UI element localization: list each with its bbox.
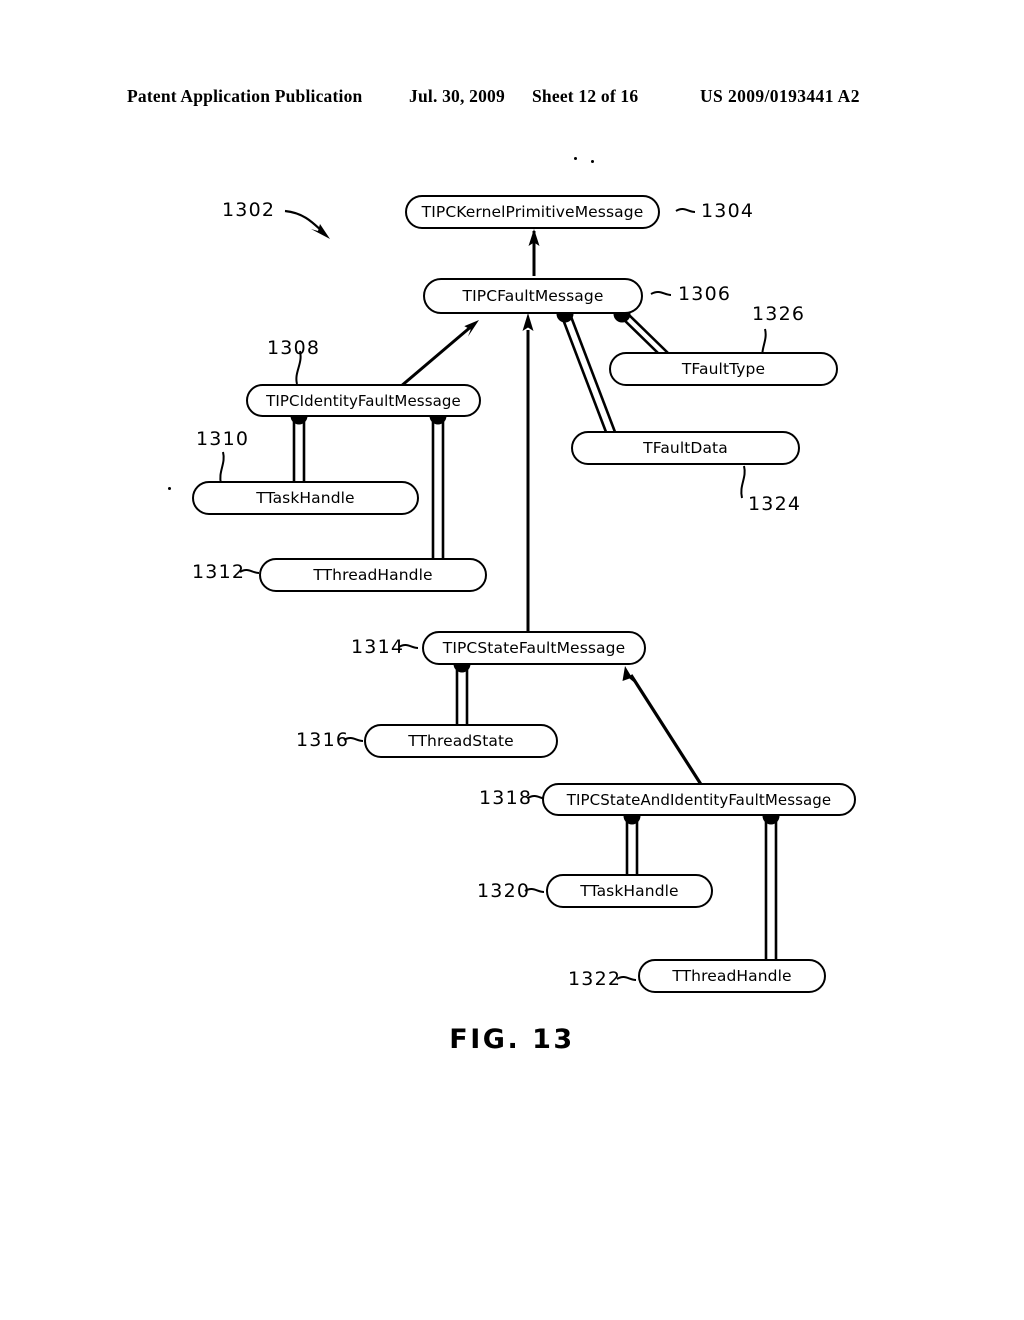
edge-identityfault-to-faultmessage — [399, 320, 479, 389]
node-ttaskhandle-1320[interactable]: TTaskHandle — [546, 874, 713, 908]
node-tthreadstate-1316[interactable]: TThreadState — [364, 724, 558, 758]
node-tfaulttype-1326[interactable]: TFaultType — [609, 352, 838, 386]
node-label: TTaskHandle — [256, 489, 355, 507]
node-label: TIPCKernelPrimitiveMessage — [421, 203, 644, 221]
refnum-1306: 1306 — [678, 283, 732, 305]
refnum-1314: 1314 — [351, 636, 405, 658]
node-label: TIPCStateFaultMessage — [442, 639, 626, 657]
refnum-1318: 1318 — [479, 787, 533, 809]
node-label: TIPCIdentityFaultMessage — [266, 391, 461, 410]
refnum-1312: 1312 — [192, 561, 246, 583]
refnum-1320: 1320 — [477, 880, 531, 902]
refnum-1316: 1316 — [296, 729, 350, 751]
node-tfaultdata-1324[interactable]: TFaultData — [571, 431, 800, 465]
edge-stateandidentity-to-threadhandle — [762, 807, 780, 963]
node-tthreadhandle-1312[interactable]: TThreadHandle — [259, 558, 487, 592]
leader-1304 — [675, 208, 696, 213]
node-label: TTaskHandle — [580, 882, 679, 900]
edge-stateandidentity-to-statefault — [622, 666, 704, 787]
node-tthreadhandle-1322[interactable]: TThreadHandle — [638, 959, 826, 993]
edge-identityfault-to-taskhandle — [290, 407, 308, 485]
node-tipckernelprimitivemessage[interactable]: TIPCKernelPrimitiveMessage — [405, 195, 660, 229]
refnum-1302: 1302 — [222, 199, 276, 221]
node-label: TIPCFaultMessage — [462, 287, 604, 305]
leader-1310 — [219, 451, 225, 485]
leader-1324 — [740, 465, 746, 499]
node-label: TThreadHandle — [313, 566, 433, 584]
node-ttaskhandle-1310[interactable]: TTaskHandle — [192, 481, 419, 515]
edge-statefault-to-faultmessage — [522, 313, 534, 637]
scan-speck — [168, 487, 171, 490]
edge-faultmessage-to-faultdata — [556, 305, 617, 433]
node-tipcidentityfaultmessage[interactable]: TIPCIdentityFaultMessage — [246, 384, 481, 417]
edge-identityfault-to-threadhandle — [429, 407, 447, 562]
refnum-1326: 1326 — [752, 303, 806, 325]
node-tipcstateandidentityfaultmessage[interactable]: TIPCStateAndIdentityFaultMessage — [542, 783, 856, 816]
scan-speck — [574, 157, 577, 160]
edge-stateandidentity-to-taskhandle — [623, 807, 641, 878]
figure-caption: FIG. 13 — [449, 1024, 575, 1055]
leader-1302 — [284, 209, 330, 239]
figure-13-diagram: TIPCKernelPrimitiveMessage TIPCFaultMess… — [0, 0, 1024, 1320]
edge-statefault-to-threadstate — [453, 655, 471, 728]
node-tipcstatefaultmessage[interactable]: TIPCStateFaultMessage — [422, 631, 646, 665]
node-label: TFaultType — [681, 360, 766, 378]
node-label: TIPCStateAndIdentityFaultMessage — [566, 790, 832, 809]
leader-1306 — [650, 291, 672, 296]
refnum-1304: 1304 — [701, 200, 755, 222]
refnum-1324: 1324 — [748, 493, 802, 515]
node-tipcfaultmessage[interactable]: TIPCFaultMessage — [423, 278, 643, 314]
refnum-1310: 1310 — [196, 428, 250, 450]
scan-speck — [591, 160, 594, 163]
node-label: TThreadState — [408, 732, 514, 750]
node-label: TFaultData — [643, 439, 728, 457]
refnum-1308: 1308 — [267, 337, 321, 359]
node-label: TThreadHandle — [672, 967, 792, 985]
refnum-1322: 1322 — [568, 968, 622, 990]
edge-faultmessage-to-kernelprimitive — [528, 229, 540, 276]
